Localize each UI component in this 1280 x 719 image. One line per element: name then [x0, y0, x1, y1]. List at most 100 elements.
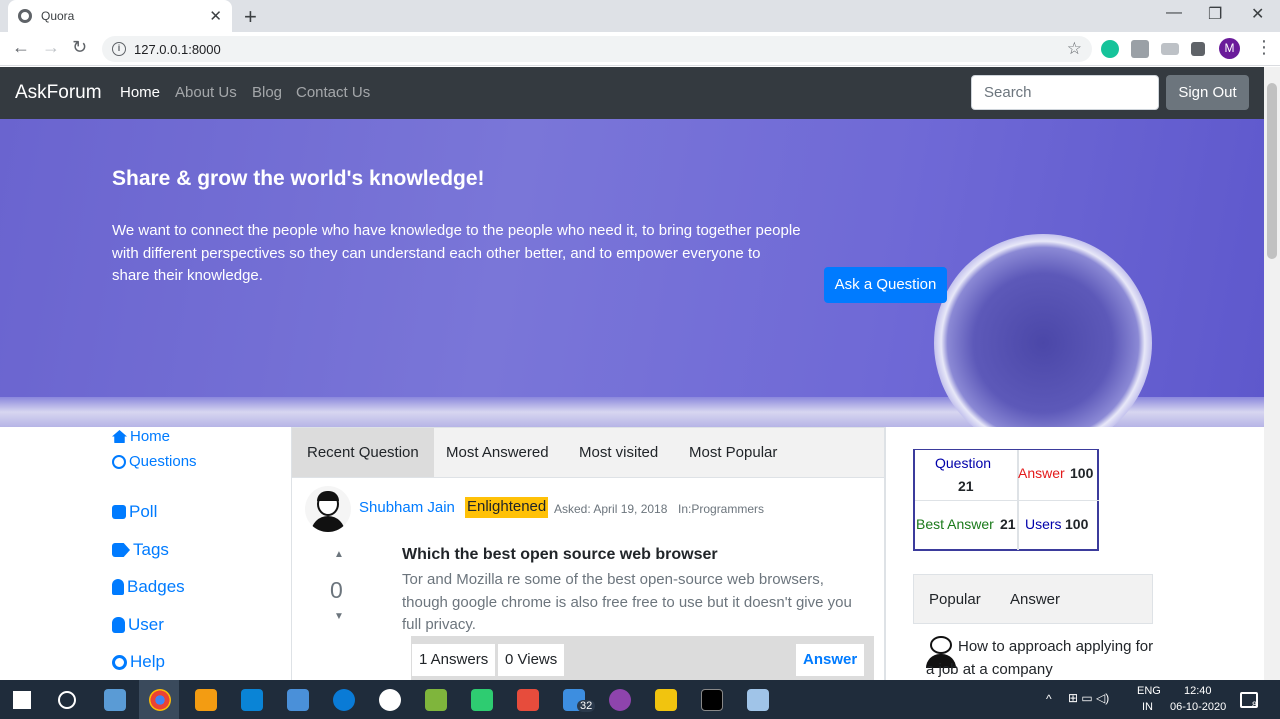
language-1[interactable]: ENG: [1137, 685, 1161, 697]
new-tab-button[interactable]: +: [244, 4, 257, 30]
browser-tab[interactable]: Quora ✕: [8, 0, 232, 32]
question-title[interactable]: Which the best open source web browser: [402, 546, 718, 564]
user-icon: [112, 617, 125, 633]
restore-button[interactable]: ❐: [1208, 4, 1222, 24]
status-badge: Enlightened: [465, 497, 549, 518]
sidebar-item-tags[interactable]: Tags: [112, 540, 169, 560]
sidebar-label-questions: Questions: [129, 453, 197, 470]
sidebar-item-user[interactable]: User: [112, 615, 164, 635]
ask-question-button[interactable]: Ask a Question: [824, 267, 947, 303]
author-name[interactable]: Shubham Jain: [359, 499, 455, 516]
office-icon[interactable]: [517, 689, 539, 711]
search-input[interactable]: Search: [971, 75, 1159, 110]
sidebar-label-tags: Tags: [133, 540, 169, 559]
close-window-button[interactable]: ✕: [1251, 4, 1264, 24]
scrollbar-thumb[interactable]: [1267, 83, 1277, 259]
vote-count: 0: [330, 577, 343, 603]
badge-icon: [112, 579, 124, 595]
sign-out-button[interactable]: Sign Out: [1166, 75, 1249, 110]
answer-button[interactable]: Answer: [796, 644, 865, 676]
tab-popular[interactable]: Popular: [929, 591, 981, 608]
popular-question[interactable]: How to approach applying for a job at a …: [926, 636, 1156, 681]
chrome-icon[interactable]: [149, 689, 171, 711]
nav-blog[interactable]: Blog: [252, 84, 282, 101]
tray-up-icon[interactable]: ^: [1046, 692, 1052, 706]
nav-home[interactable]: Home: [120, 84, 160, 101]
views-count: 0 Views: [498, 644, 565, 676]
calendar-icon[interactable]: [287, 689, 309, 711]
hero-chair-image: [934, 234, 1152, 427]
stat-answer-label: Answer: [1018, 465, 1065, 481]
sidebar-item-badges[interactable]: Badges: [112, 577, 185, 597]
vscode-icon[interactable]: [241, 689, 263, 711]
address-bar[interactable]: i 127.0.0.1:8000 ☆: [102, 36, 1092, 62]
poll-icon: [112, 505, 126, 519]
search-icon[interactable]: [58, 691, 76, 709]
tray-icons[interactable]: ⊞ ▭ ◁): [1068, 691, 1130, 707]
stat-best-label: Best Answer: [916, 516, 994, 532]
question-category[interactable]: In:Programmers: [678, 502, 764, 516]
app-icon-2[interactable]: [747, 689, 769, 711]
popular-tabs: Popular Answer: [913, 574, 1153, 624]
sidebar-label-home: Home: [130, 428, 171, 445]
tab-answer[interactable]: Answer: [1010, 591, 1060, 608]
puzzle-icon[interactable]: [1191, 42, 1205, 56]
clock-date[interactable]: 06-10-2020: [1170, 701, 1226, 713]
back-arrow-icon[interactable]: ←: [12, 37, 30, 58]
forward-arrow-icon[interactable]: →: [42, 37, 60, 58]
clock-time[interactable]: 12:40: [1184, 685, 1212, 697]
upvote-icon[interactable]: ▲: [334, 549, 344, 560]
app-icon[interactable]: [379, 689, 401, 711]
folder-icon[interactable]: [655, 689, 677, 711]
sublime-icon[interactable]: [195, 689, 217, 711]
windows-start-icon[interactable]: [13, 691, 31, 709]
brand-logo[interactable]: AskForum: [15, 82, 102, 104]
scrollbar[interactable]: [1264, 67, 1280, 680]
sidebar-label-user: User: [128, 615, 164, 634]
extension-icon[interactable]: [1131, 40, 1149, 58]
globe-icon: [18, 9, 32, 23]
sidebar-label-help: Help: [130, 652, 165, 671]
question-excerpt: Tor and Mozilla re some of the best open…: [402, 571, 852, 633]
file-manager-icon[interactable]: [104, 689, 126, 711]
menu-icon[interactable]: ⋮: [1255, 37, 1273, 58]
tab-recent-question[interactable]: Recent Question: [292, 428, 434, 477]
avatar-body: [311, 516, 345, 532]
tor-icon[interactable]: [609, 689, 631, 711]
reload-icon[interactable]: ↻: [72, 37, 87, 58]
home-icon: [112, 430, 127, 443]
language-2[interactable]: IN: [1142, 701, 1153, 713]
edge-icon[interactable]: [333, 689, 355, 711]
nav-about[interactable]: About Us: [175, 84, 237, 101]
profile-avatar[interactable]: M: [1219, 38, 1240, 59]
sidebar-item-poll[interactable]: Poll: [112, 502, 157, 522]
terminal-icon[interactable]: [701, 689, 723, 711]
browser-toolbar: ← → ↻ i 127.0.0.1:8000 ☆ M ⋮: [0, 32, 1280, 66]
stat-answer-value: 100: [1070, 465, 1094, 481]
sidebar-item-questions[interactable]: Questions: [112, 453, 197, 470]
tab-most-answered[interactable]: Most Answered: [431, 428, 564, 477]
nav-contact[interactable]: Contact Us: [296, 84, 370, 101]
grammarly-extension-icon[interactable]: [1101, 40, 1119, 58]
question-tabs: Recent Question Most Answered Most visit…: [292, 428, 884, 478]
downvote-icon[interactable]: ▼: [334, 611, 344, 622]
sidebar-label-badges: Badges: [127, 577, 185, 596]
stat-users-value: 100: [1065, 516, 1089, 532]
tab-most-visited[interactable]: Most visited: [564, 428, 673, 477]
sidebar-item-home[interactable]: Home: [112, 428, 170, 445]
hero-title: Share & grow the world's knowledge!: [112, 167, 485, 190]
info-icon[interactable]: i: [112, 42, 126, 56]
question-circle-icon: [112, 454, 126, 469]
tab-close-icon[interactable]: ✕: [209, 7, 222, 25]
photos-icon[interactable]: [425, 689, 447, 711]
author-avatar[interactable]: [305, 486, 351, 532]
bookmark-star-icon[interactable]: ☆: [1067, 39, 1082, 59]
minimize-button[interactable]: —: [1166, 4, 1182, 22]
tab-title: Quora: [41, 9, 75, 23]
action-center-count: 8: [1252, 700, 1258, 710]
pycharm-icon[interactable]: [471, 689, 493, 711]
sidebar-item-help[interactable]: Help: [112, 652, 165, 672]
tab-most-popular[interactable]: Most Popular: [674, 428, 792, 477]
cast-icon[interactable]: [1161, 43, 1179, 55]
avatar-hair: [317, 491, 339, 501]
